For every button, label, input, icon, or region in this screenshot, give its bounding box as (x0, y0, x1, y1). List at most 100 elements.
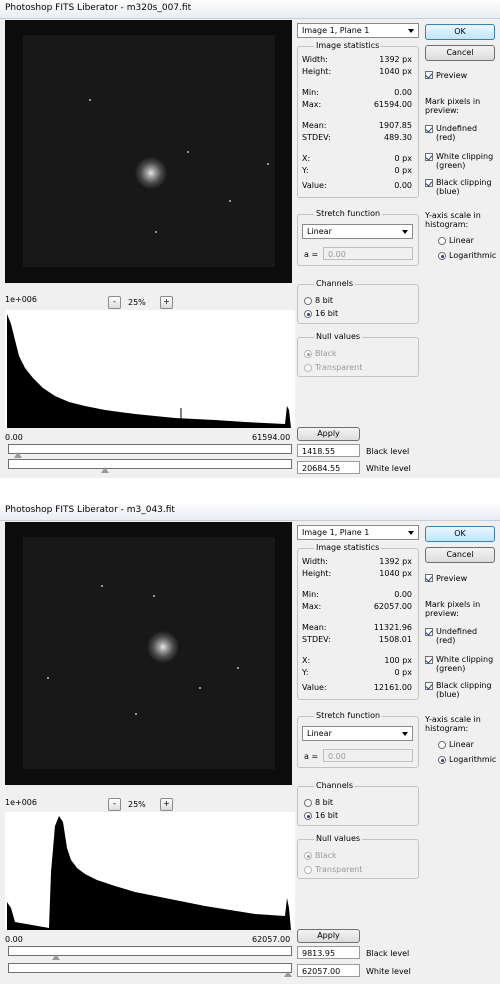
stat-key: Min: (302, 590, 319, 599)
black-level-handle[interactable] (14, 452, 23, 458)
null-values-group: Null values Black Transparent (297, 332, 419, 377)
undefined-label: Undefined (red) (436, 124, 478, 142)
preview-checkbox[interactable] (425, 574, 433, 582)
cancel-button[interactable]: Cancel (425, 45, 495, 61)
white-clipping-checkbox[interactable] (425, 153, 433, 161)
a-input[interactable]: 0.00 (323, 247, 413, 260)
stat-value-row: Value: 0.00 (302, 181, 412, 191)
radio-16bit-label: 16 bit (315, 309, 339, 318)
radio-null-black[interactable] (304, 852, 312, 860)
stat-key: Width: (302, 55, 328, 64)
histogram-max-label: 61594.00 (252, 433, 291, 442)
cancel-button[interactable]: Cancel (425, 547, 495, 563)
radio-16bit[interactable] (304, 310, 312, 318)
black-level-label: Black level (366, 949, 410, 958)
stat-x: X: 0 px (302, 154, 412, 164)
stat-key: X: (302, 656, 311, 665)
white-level-slider[interactable] (8, 459, 292, 469)
black-level-slider[interactable] (8, 444, 292, 454)
image-plane-select[interactable]: Image 1, Plane 1 (297, 525, 419, 540)
black-level-input[interactable]: 1418.55 (297, 444, 360, 457)
stretch-select[interactable]: Linear (302, 726, 413, 741)
null-title: Null values (314, 332, 363, 341)
radio-16bit-label: 16 bit (315, 811, 339, 820)
zoom-in-button[interactable]: + (160, 798, 173, 811)
ok-button[interactable]: OK (425, 24, 495, 40)
white-level-handle[interactable] (284, 971, 292, 977)
histogram-max-label: 62057.00 (252, 935, 291, 944)
radio-yaxis-log[interactable] (438, 756, 446, 764)
apply-button[interactable]: Apply (297, 427, 360, 441)
white-level-handle[interactable] (100, 467, 109, 473)
chevron-down-icon (408, 29, 414, 33)
star (101, 585, 103, 587)
channels-title: Channels (314, 781, 356, 790)
white-clipping-label: White clipping (green) (436, 152, 494, 170)
radio-null-transparent[interactable] (304, 364, 312, 372)
radio-8bit-label: 8 bit (315, 798, 334, 807)
black-clipping-checkbox[interactable] (425, 682, 433, 690)
image-plane-value: Image 1, Plane 1 (302, 528, 370, 537)
star (89, 99, 91, 101)
radio-null-black[interactable] (304, 350, 312, 358)
preview-label: Preview (436, 574, 468, 583)
image-preview[interactable] (5, 522, 292, 785)
preview-image-area[interactable] (23, 537, 275, 769)
image-plane-value: Image 1, Plane 1 (302, 26, 370, 35)
apply-button[interactable]: Apply (297, 929, 360, 943)
image-preview[interactable] (5, 20, 292, 283)
stat-mean: Mean: 1907.85 (302, 121, 412, 131)
histogram[interactable] (5, 310, 295, 428)
chevron-down-icon (402, 732, 408, 736)
zoom-level: 25% (128, 298, 146, 307)
stat-value: 11321.96 (373, 623, 412, 632)
black-clipping-label: Black clipping (blue) (436, 681, 492, 699)
radio-16bit[interactable] (304, 812, 312, 820)
radio-yaxis-linear-label: Linear (449, 740, 474, 749)
stat-key: Mean: (302, 623, 327, 632)
star (267, 163, 269, 165)
histogram-top-label: 1e+006 (5, 798, 37, 807)
stat-value: 0 px (394, 166, 412, 175)
stretch-title: Stretch function (314, 209, 383, 218)
histogram-min-label: 0.00 (5, 433, 23, 442)
chevron-down-icon (402, 230, 408, 234)
radio-null-black-label: Black (315, 851, 337, 860)
zoom-out-button[interactable]: - (108, 798, 121, 811)
undefined-checkbox[interactable] (425, 628, 433, 636)
star (153, 595, 155, 597)
zoom-in-button[interactable]: + (160, 296, 173, 309)
star (47, 677, 49, 679)
histogram[interactable] (5, 812, 295, 930)
radio-yaxis-linear-label: Linear (449, 236, 474, 245)
white-clipping-checkbox[interactable] (425, 656, 433, 664)
zoom-out-button[interactable]: - (108, 296, 121, 309)
stat-value: 0 px (394, 668, 412, 677)
ok-button[interactable]: OK (425, 526, 495, 542)
stretch-select[interactable]: Linear (302, 224, 413, 239)
radio-yaxis-log[interactable] (438, 252, 446, 260)
stat-y: Y: 0 px (302, 166, 412, 176)
black-level-slider[interactable] (8, 946, 292, 956)
image-plane-select[interactable]: Image 1, Plane 1 (297, 23, 419, 38)
white-level-input[interactable]: 20684.55 (297, 461, 360, 474)
radio-8bit[interactable] (304, 799, 312, 807)
stretch-value: Linear (307, 729, 332, 738)
preview-checkbox[interactable] (425, 71, 433, 79)
preview-image-area[interactable] (23, 35, 275, 267)
stat-stdev: STDEV: 489.30 (302, 133, 412, 143)
radio-yaxis-log-label: Logarithmic (449, 755, 497, 764)
radio-8bit[interactable] (304, 297, 312, 305)
black-level-handle[interactable] (51, 954, 60, 960)
radio-yaxis-linear[interactable] (438, 237, 446, 245)
black-clipping-checkbox[interactable] (425, 179, 433, 187)
radio-null-transparent[interactable] (304, 866, 312, 874)
black-level-input[interactable]: 9813.95 (297, 946, 360, 959)
a-input[interactable]: 0.00 (323, 749, 413, 762)
white-level-input[interactable]: 62057.00 (297, 964, 360, 977)
stat-mean: Mean: 11321.96 (302, 623, 412, 633)
white-level-slider[interactable] (8, 963, 292, 973)
undefined-checkbox[interactable] (425, 125, 433, 133)
radio-yaxis-linear[interactable] (438, 741, 446, 749)
image-statistics-group: Image statistics Width: 1392 px Height: 10… (297, 41, 419, 198)
